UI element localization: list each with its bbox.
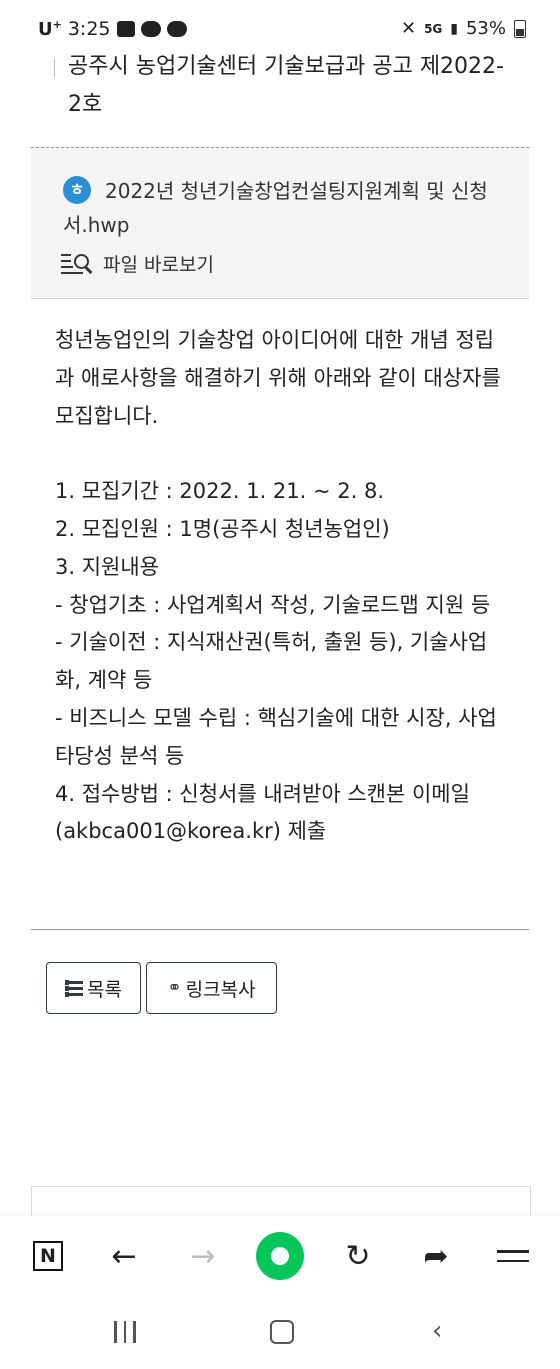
arrow-left-icon: ←	[111, 1238, 137, 1274]
carrier-label: U+	[38, 18, 62, 40]
reload-button[interactable]: ↻	[338, 1236, 378, 1276]
body-line: 3. 지원내용	[55, 554, 159, 579]
file-viewer-label: 파일 바로보기	[103, 254, 214, 276]
link-icon: ⚭	[167, 978, 182, 998]
green-dot-button[interactable]	[256, 1232, 304, 1280]
home-button[interactable]	[270, 1320, 294, 1344]
list-icon	[65, 979, 84, 997]
gallery-notification-icon	[116, 21, 135, 37]
list-button-label: 목록	[87, 978, 122, 1001]
clock: 3:25	[67, 18, 111, 40]
body-line: 4. 접수방법 : 신청서를 내려받아 스캔본 이메일(akbca001@kor…	[55, 781, 470, 844]
status-right: ✕ 5G ▮ 53%	[401, 18, 526, 39]
menu-button[interactable]	[493, 1236, 533, 1276]
talk-notification-icon	[140, 21, 161, 37]
file-viewer-link[interactable]: 파일 바로보기	[61, 250, 214, 277]
share-icon: ➦	[423, 1238, 449, 1274]
forward-button[interactable]: →	[183, 1236, 223, 1276]
list-button[interactable]: 목록	[46, 962, 141, 1014]
post-title: 공주시 농업기술센터 기술보급과 공고 제2022-2호	[68, 54, 504, 117]
back-button[interactable]: ←	[104, 1236, 144, 1276]
copy-link-label: 링크복사	[185, 978, 256, 1001]
body-intro: 청년농업인의 기술창업 아이디어에 대한 개념 정립과 애로사항을 해결하기 위…	[55, 328, 501, 428]
attachment-file-name[interactable]: 2022년 청년기술창업컨설팅지원계획 및 신청서.hwp	[63, 174, 503, 242]
body-line: - 창업기초 : 사업계획서 작성, 기술로드맵 지원 등	[55, 592, 491, 617]
battery-icon	[514, 19, 526, 38]
browser-toolbar: N ← → ↻ ➦	[0, 1216, 560, 1296]
battery-percent: 53%	[465, 18, 506, 39]
share-button[interactable]: ➦	[416, 1236, 456, 1276]
attachment-box: ㅎ 2022년 청년기술창업컨설팅지원계획 및 신청서.hwp 파일 바로보기	[31, 147, 529, 299]
system-back-button[interactable]: ‹	[432, 1318, 442, 1344]
body-line: - 기술이전 : 지식재산권(특허, 출원 등), 기술사업화, 계약 등	[55, 630, 488, 693]
arrow-right-icon: →	[190, 1238, 216, 1274]
status-left: U+ 3:25	[38, 18, 187, 40]
signal-icon: ▮	[450, 20, 458, 37]
body-line: - 비즈니스 모델 수립 : 핵심기술에 대한 시장, 사업타당성 분석 등	[55, 705, 497, 768]
content-divider	[31, 929, 529, 930]
system-nav-bar: ‹	[0, 1296, 560, 1369]
document-search-icon	[61, 252, 93, 276]
naver-n-icon: N	[33, 1241, 63, 1271]
reload-icon: ↻	[345, 1238, 371, 1274]
menu-icon	[497, 1250, 529, 1253]
title-accent-bar	[54, 58, 55, 78]
app-notification-icon	[166, 21, 187, 37]
body-line: 2. 모집인원 : 1명(공주시 청년농업인)	[55, 516, 390, 541]
naver-home-button[interactable]: N	[28, 1236, 68, 1276]
network-type: 5G	[424, 21, 443, 36]
body-line: 1. 모집기간 : 2022. 1. 21. ~ 2. 8.	[55, 479, 385, 504]
recent-apps-button[interactable]	[114, 1321, 136, 1343]
copy-link-button[interactable]: ⚭ 링크복사	[146, 962, 277, 1014]
post-body: 청년농업인의 기술창업 아이디어에 대한 개념 정립과 애로사항을 해결하기 위…	[55, 322, 505, 851]
mute-icon: ✕	[400, 18, 417, 39]
